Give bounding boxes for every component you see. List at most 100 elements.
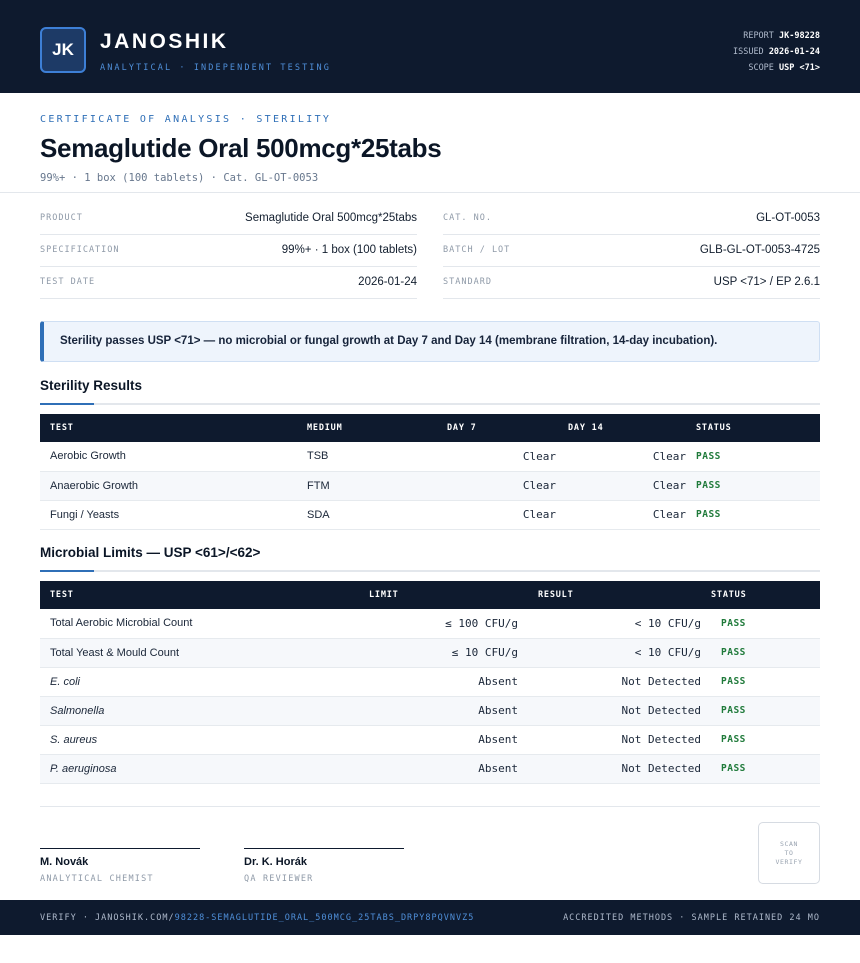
info-value: 99%+ · 1 box (100 tablets) (281, 244, 417, 256)
status-badge: PASS (686, 442, 820, 472)
info-label: PRODUCT (40, 213, 83, 223)
signer-role: ANALYTICAL CHEMIST (40, 874, 154, 884)
info-value: GL-OT-0053 (756, 212, 820, 224)
brand-name: JANOSHIK (100, 30, 229, 53)
info-cat-no: CAT. NO. GL-OT-0053 (443, 203, 820, 235)
limit-cell: ≤ 100 CFU/g (358, 609, 518, 639)
day14-cell: Clear (558, 471, 686, 501)
table-row: P. aeruginosa Absent Not Detected PASS (40, 754, 820, 784)
test-cell: Total Aerobic Microbial Count (40, 609, 358, 639)
signer-name: Dr. K. Horák (244, 856, 307, 868)
test-cell: P. aeruginosa (40, 754, 358, 784)
scope-value: USP <71> (779, 63, 820, 73)
divider (0, 192, 860, 193)
status-badge: PASS (686, 500, 820, 530)
info-value: Semaglutide Oral 500mcg*25tabs (245, 212, 417, 224)
result-cell: Not Detected (518, 696, 701, 726)
limit-cell: Absent (358, 667, 518, 697)
table-row: S. aureus Absent Not Detected PASS (40, 725, 820, 755)
qr-text: SCAN TO VERIFY (775, 840, 802, 867)
section-title-microbial: Microbial Limits — USP <61>/<62> (40, 545, 261, 560)
info-label: TEST DATE (40, 277, 96, 287)
column-header: LIMIT (369, 590, 399, 600)
section-rule (40, 570, 820, 572)
limit-cell: Absent (358, 696, 518, 726)
scope-label: SCOPE (748, 63, 774, 73)
qr-line: TO (784, 848, 794, 857)
info-batch-lot: BATCH / LOT GLB-GL-OT-0053-4725 (443, 235, 820, 267)
info-value: USP <71> / EP 2.6.1 (713, 276, 820, 288)
result-cell: Not Detected (518, 725, 701, 755)
column-header: DAY 7 (447, 423, 477, 433)
column-header: TEST (50, 423, 74, 433)
table-row: Total Aerobic Microbial Count ≤ 100 CFU/… (40, 609, 820, 639)
column-header: MEDIUM (307, 423, 343, 433)
column-header: DAY 14 (568, 423, 604, 433)
signer-name: M. Novák (40, 856, 89, 868)
status-badge: PASS (701, 638, 820, 668)
verify-link[interactable]: 98228-SEMAGLUTIDE_ORAL_500MCG_25TABS_DRP… (175, 913, 475, 923)
info-test-date: TEST DATE 2026-01-24 (40, 267, 417, 299)
report-id-label: REPORT (743, 31, 774, 41)
report-meta: REPORT JK-98228 ISSUED 2026-01-24 SCOPE … (733, 28, 820, 76)
table-row: Aerobic Growth TSB Clear Clear PASS (40, 442, 820, 472)
medium-cell: TSB (297, 442, 437, 472)
status-badge: PASS (701, 609, 820, 639)
result-cell: Not Detected (518, 667, 701, 697)
info-label: CAT. NO. (443, 213, 492, 223)
column-header: STATUS (711, 590, 747, 600)
info-standard: STANDARD USP <71> / EP 2.6.1 (443, 267, 820, 299)
test-cell: Total Yeast & Mould Count (40, 638, 358, 668)
section-rule-accent (40, 403, 94, 405)
test-cell: Fungi / Yeasts (40, 500, 297, 530)
medium-cell: FTM (297, 471, 437, 501)
test-cell: Salmonella (40, 696, 358, 726)
qr-line: SCAN (779, 839, 799, 848)
result-notice: Sterility passes USP <71> — no microbial… (40, 321, 820, 362)
status-badge: PASS (686, 471, 820, 501)
signature-block: M. Novák ANALYTICAL CHEMIST (40, 848, 200, 884)
microbial-limits-table: TEST LIMIT RESULT STATUS Total Aerobic M… (40, 581, 820, 784)
footer-note: ACCREDITED METHODS · SAMPLE RETAINED 24 … (563, 913, 820, 923)
limit-cell: ≤ 10 CFU/g (358, 638, 518, 668)
verify-prefix: VERIFY · JANOSHIK.COM/ (40, 913, 175, 923)
status-badge: PASS (701, 754, 820, 784)
issued-label: ISSUED (732, 47, 764, 57)
verify-qr-placeholder[interactable]: SCAN TO VERIFY (758, 822, 820, 884)
sterility-table: TEST MEDIUM DAY 7 DAY 14 STATUS Aerobic … (40, 414, 820, 530)
day14-cell: Clear (558, 442, 686, 472)
page-subtitle: 99%+ · 1 box (100 tablets) · Cat. GL-OT-… (40, 172, 319, 184)
day7-cell: Clear (437, 442, 558, 472)
brand-tagline: ANALYTICAL · INDEPENDENT TESTING (100, 63, 331, 73)
section-title-sterility: Sterility Results (40, 378, 143, 393)
page-title: Semaglutide Oral 500mcg*25tabs (40, 133, 442, 163)
table-row: Total Yeast & Mould Count ≤ 10 CFU/g < 1… (40, 638, 820, 668)
section-rule-accent (40, 570, 94, 572)
scope-row: SCOPE USP <71> (733, 60, 820, 76)
table-row: E. coli Absent Not Detected PASS (40, 667, 820, 697)
info-value: 2026-01-24 (358, 276, 417, 288)
column-header: STATUS (696, 423, 732, 433)
info-product: PRODUCT Semaglutide Oral 500mcg*25tabs (40, 203, 417, 235)
column-header: RESULT (538, 590, 574, 600)
signature-block: Dr. K. Horák QA REVIEWER (244, 848, 404, 884)
table-row: Salmonella Absent Not Detected PASS (40, 696, 820, 726)
status-badge: PASS (701, 667, 820, 697)
report-id-row: REPORT JK-98228 (733, 28, 820, 44)
column-header: TEST (50, 590, 74, 600)
report-id-value: JK-98228 (779, 31, 820, 41)
info-specification: SPECIFICATION 99%+ · 1 box (100 tablets) (40, 235, 417, 267)
test-cell: Anaerobic Growth (40, 471, 297, 501)
result-cell: < 10 CFU/g (518, 609, 701, 639)
info-value: GLB-GL-OT-0053-4725 (699, 244, 820, 256)
verify-line: VERIFY · JANOSHIK.COM/98228-SEMAGLUTIDE_… (40, 913, 474, 923)
status-badge: PASS (701, 725, 820, 755)
qr-line: VERIFY (775, 857, 803, 866)
result-cell: < 10 CFU/g (518, 638, 701, 668)
report-header: JK JANOSHIK ANALYTICAL · INDEPENDENT TES… (0, 0, 860, 93)
result-cell: Not Detected (518, 754, 701, 784)
medium-cell: SDA (297, 500, 437, 530)
issued-row: ISSUED 2026-01-24 (733, 44, 820, 60)
signer-role: QA REVIEWER (244, 874, 314, 884)
report-footer: VERIFY · JANOSHIK.COM/98228-SEMAGLUTIDE_… (0, 900, 860, 935)
